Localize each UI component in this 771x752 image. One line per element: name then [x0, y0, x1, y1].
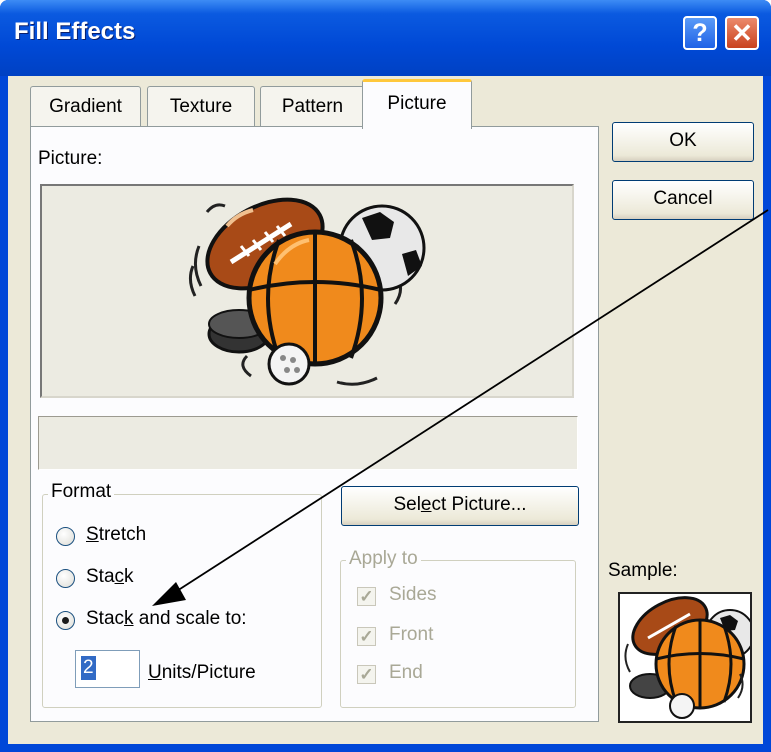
dialog-window: Fill Effects ? ✕ Gradient Texture Patter…	[0, 0, 771, 752]
checkbox-front[interactable]: ✓ Front	[357, 624, 477, 650]
picture-preview	[40, 184, 574, 398]
checkbox-front-box[interactable]: ✓	[357, 627, 376, 646]
tab-gradient[interactable]: Gradient	[30, 86, 141, 127]
apply-to-group-title: Apply to	[346, 548, 421, 570]
radio-stretch-label: Stretch	[86, 524, 147, 545]
dialog-title: Fill Effects	[14, 18, 136, 45]
radio-stack-button[interactable]	[56, 569, 75, 588]
tab-texture-label: Texture	[169, 96, 233, 117]
checkbox-end[interactable]: ✓ End	[357, 662, 477, 688]
tab-texture[interactable]: Texture	[147, 86, 255, 127]
help-button[interactable]: ?	[683, 16, 717, 50]
tab-pattern[interactable]: Pattern	[260, 86, 365, 127]
close-button[interactable]: ✕	[725, 16, 759, 50]
format-group-title: Format	[48, 481, 115, 503]
radio-stack-and-scale-label: Stack and scale to:	[86, 608, 247, 629]
ok-button-label: OK	[669, 130, 697, 151]
tab-pattern-label: Pattern	[281, 96, 344, 117]
tab-picture[interactable]: Picture	[362, 79, 472, 129]
ok-button[interactable]: OK	[612, 122, 754, 162]
units-per-picture-input[interactable]: 2	[75, 650, 140, 688]
radio-stretch[interactable]: Stretch	[56, 524, 176, 550]
radio-stack-and-scale-button[interactable]	[56, 611, 75, 630]
units-per-picture-label: Units/Picture	[148, 662, 256, 683]
cancel-button-label: Cancel	[653, 188, 713, 209]
checkbox-end-label: End	[389, 662, 423, 683]
checkbox-front-label: Front	[389, 624, 434, 645]
close-icon: ✕	[731, 18, 753, 48]
sports-balls-image	[188, 197, 426, 386]
radio-stack[interactable]: Stack	[56, 566, 176, 592]
picture-label: Picture:	[38, 148, 103, 169]
dialog-client-area: Gradient Texture Pattern Picture Picture…	[8, 76, 763, 744]
radio-stretch-button[interactable]	[56, 527, 75, 546]
cancel-button[interactable]: Cancel	[612, 180, 754, 220]
title-bar[interactable]: Fill Effects ? ✕	[0, 0, 771, 76]
tab-gradient-label: Gradient	[49, 96, 122, 117]
checkbox-end-box[interactable]: ✓	[357, 665, 376, 684]
tab-picture-label: Picture	[387, 93, 447, 114]
radio-stack-label: Stack	[86, 566, 134, 587]
sample-label: Sample:	[608, 560, 678, 581]
radio-stack-and-scale[interactable]: Stack and scale to:	[56, 608, 286, 634]
sample-preview	[618, 592, 752, 723]
picture-name-box	[38, 416, 578, 470]
sample-sports-image	[624, 596, 750, 719]
checkbox-sides-label: Sides	[389, 584, 437, 605]
checkbox-sides-box[interactable]: ✓	[357, 587, 376, 606]
checkbox-sides[interactable]: ✓ Sides	[357, 584, 477, 610]
units-value: 2	[81, 656, 96, 680]
help-icon: ?	[692, 19, 708, 47]
select-picture-button[interactable]: Select Picture...	[341, 486, 579, 526]
